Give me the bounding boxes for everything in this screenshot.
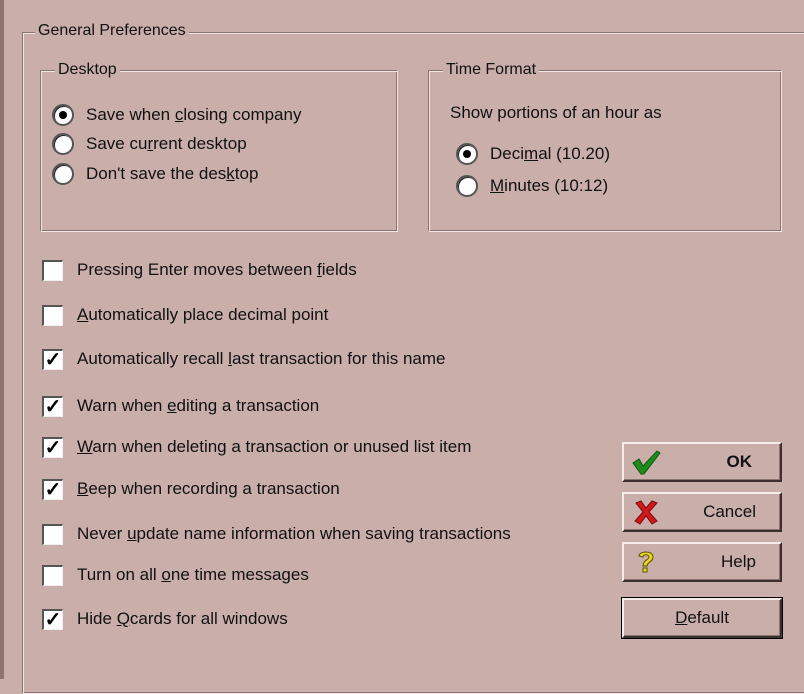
desktop-option-dont-save[interactable]: Don't save the desktop [52,160,258,188]
checkbox[interactable] [42,608,63,630]
checkbox-label: Hide Qcards for all windows [77,609,288,628]
checkbox-label: Turn on all one time messages [77,565,309,584]
desktop-group-title: Desktop [55,60,120,80]
option-label: Save when closing company [86,105,302,124]
checkbox-label: Pressing Enter moves between fields [77,260,357,279]
checkbox-label: Beep when recording a transaction [77,479,340,498]
checkbox-never-update-name[interactable]: Never update name information when savin… [42,520,511,548]
general-preferences-title: General Preferences [35,21,189,41]
checkbox[interactable] [42,436,63,458]
radio-button[interactable] [456,143,478,165]
time-option-decimal[interactable]: Decimal (10.20) [456,140,610,168]
checkbox[interactable] [42,478,63,500]
ok-button[interactable]: OK [622,442,782,482]
checkbox[interactable] [42,564,63,586]
time-format-group-title: Time Format [443,60,540,80]
checkbox-label: Automatically recall last transaction fo… [77,349,446,368]
window-edge [0,0,4,679]
default-label: Default [675,608,729,627]
time-option-minutes[interactable]: Minutes (10:12) [456,172,608,200]
time-format-caption: Show portions of an hour as [450,103,662,122]
checkbox[interactable] [42,259,63,281]
checkbox-label: Automatically place decimal point [77,305,329,324]
help-label: Help [721,552,756,571]
question-mark-icon [624,549,668,575]
checkmark-icon [624,449,668,475]
checkbox-warn-editing[interactable]: Warn when editing a transaction [42,392,319,420]
checkbox-one-time-messages[interactable]: Turn on all one time messages [42,561,309,589]
checkbox-enter-moves-fields[interactable]: Pressing Enter moves between fields [42,256,357,284]
checkbox-hide-qcards[interactable]: Hide Qcards for all windows [42,605,288,633]
option-label: Don't save the desktop [86,164,259,183]
checkbox-beep[interactable]: Beep when recording a transaction [42,475,340,503]
checkbox[interactable] [42,395,63,417]
red-x-icon [624,499,668,525]
checkbox[interactable] [42,523,63,545]
checkbox-auto-recall[interactable]: Automatically recall last transaction fo… [42,345,446,373]
cancel-label: Cancel [703,502,756,521]
radio-button[interactable] [52,133,74,155]
checkbox-label: Warn when deleting a transaction or unus… [77,437,472,456]
preferences-pane: General Preferences Desktop Save when cl… [0,0,804,694]
default-button[interactable]: Default [621,597,783,639]
radio-button[interactable] [456,175,478,197]
radio-button[interactable] [52,104,74,126]
checkbox-auto-decimal[interactable]: Automatically place decimal point [42,301,328,329]
checkbox[interactable] [42,304,63,326]
option-label: Save current desktop [86,134,247,153]
checkbox[interactable] [42,348,63,370]
checkbox-label: Warn when editing a transaction [77,396,320,415]
desktop-option-save-current[interactable]: Save current desktop [52,130,247,158]
help-button[interactable]: Help [622,542,782,582]
desktop-option-save-when-closing[interactable]: Save when closing company [52,101,301,129]
option-label: Minutes (10:12) [490,176,609,195]
ok-label: OK [726,452,753,471]
option-label: Decimal (10.20) [490,144,611,163]
checkbox-label: Never update name information when savin… [77,524,511,543]
cancel-button[interactable]: Cancel [622,492,782,532]
radio-button[interactable] [52,163,74,185]
checkbox-warn-deleting[interactable]: Warn when deleting a transaction or unus… [42,433,471,461]
